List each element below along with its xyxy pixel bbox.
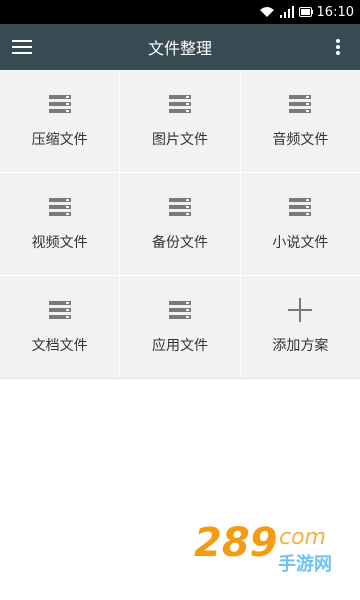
- grid-tile[interactable]: 音频文件: [240, 70, 360, 172]
- grid-tile[interactable]: 添加方案: [240, 276, 360, 378]
- list-icon: [168, 196, 192, 218]
- watermark-subtitle: 手游网: [278, 553, 332, 575]
- hamburger-icon: [12, 40, 32, 54]
- file-category-grid: 压缩文件 图片文件 音频文件视频文件 备份文件 小说文件文档文件 应用文件 添加方案: [0, 70, 360, 379]
- grid-tile-label: 小说文件: [272, 235, 329, 251]
- list-icon: [48, 93, 72, 115]
- grid-tile-label: 压缩文件: [31, 132, 88, 148]
- more-options-button[interactable]: [326, 35, 350, 59]
- list-icon: [48, 196, 72, 218]
- grid-tile[interactable]: 图片文件: [120, 70, 240, 172]
- list-icon: [48, 299, 72, 321]
- grid-tile[interactable]: 小说文件: [240, 173, 360, 275]
- grid-tile[interactable]: 备份文件: [120, 173, 240, 275]
- grid-tile-label: 备份文件: [151, 235, 208, 251]
- grid-tile[interactable]: 文档文件: [0, 276, 120, 378]
- list-icon: [288, 196, 312, 218]
- battery-icon: [298, 6, 313, 18]
- page-title: 文件整理: [147, 39, 212, 58]
- watermark-brand: 289: [194, 520, 278, 566]
- watermark-domain: .com: [272, 525, 326, 550]
- menu-button[interactable]: [10, 35, 34, 59]
- grid-tile-label: 音频文件: [272, 132, 329, 148]
- app-bar: 文件整理: [0, 24, 360, 70]
- list-icon: [168, 93, 192, 115]
- grid-tile-label: 添加方案: [272, 338, 329, 354]
- grid-tile-label: 图片文件: [151, 132, 208, 148]
- list-icon: [288, 93, 312, 115]
- grid-tile[interactable]: 压缩文件: [0, 70, 120, 172]
- more-vert-icon: [336, 39, 340, 55]
- status-time: 16:10: [316, 4, 354, 20]
- grid-tile[interactable]: 视频文件: [0, 173, 120, 275]
- site-watermark: 289 .com 手游网: [192, 510, 350, 580]
- grid-tile[interactable]: 应用文件: [120, 276, 240, 378]
- status-bar: 16:10: [0, 0, 360, 24]
- grid-tile-label: 视频文件: [31, 235, 88, 251]
- grid-tile-label: 应用文件: [151, 338, 208, 354]
- grid-tile-label: 文档文件: [31, 338, 88, 354]
- wifi-icon: [259, 6, 275, 18]
- list-icon: [168, 299, 192, 321]
- signal-icon: [279, 6, 294, 18]
- plus-icon: [288, 298, 313, 322]
